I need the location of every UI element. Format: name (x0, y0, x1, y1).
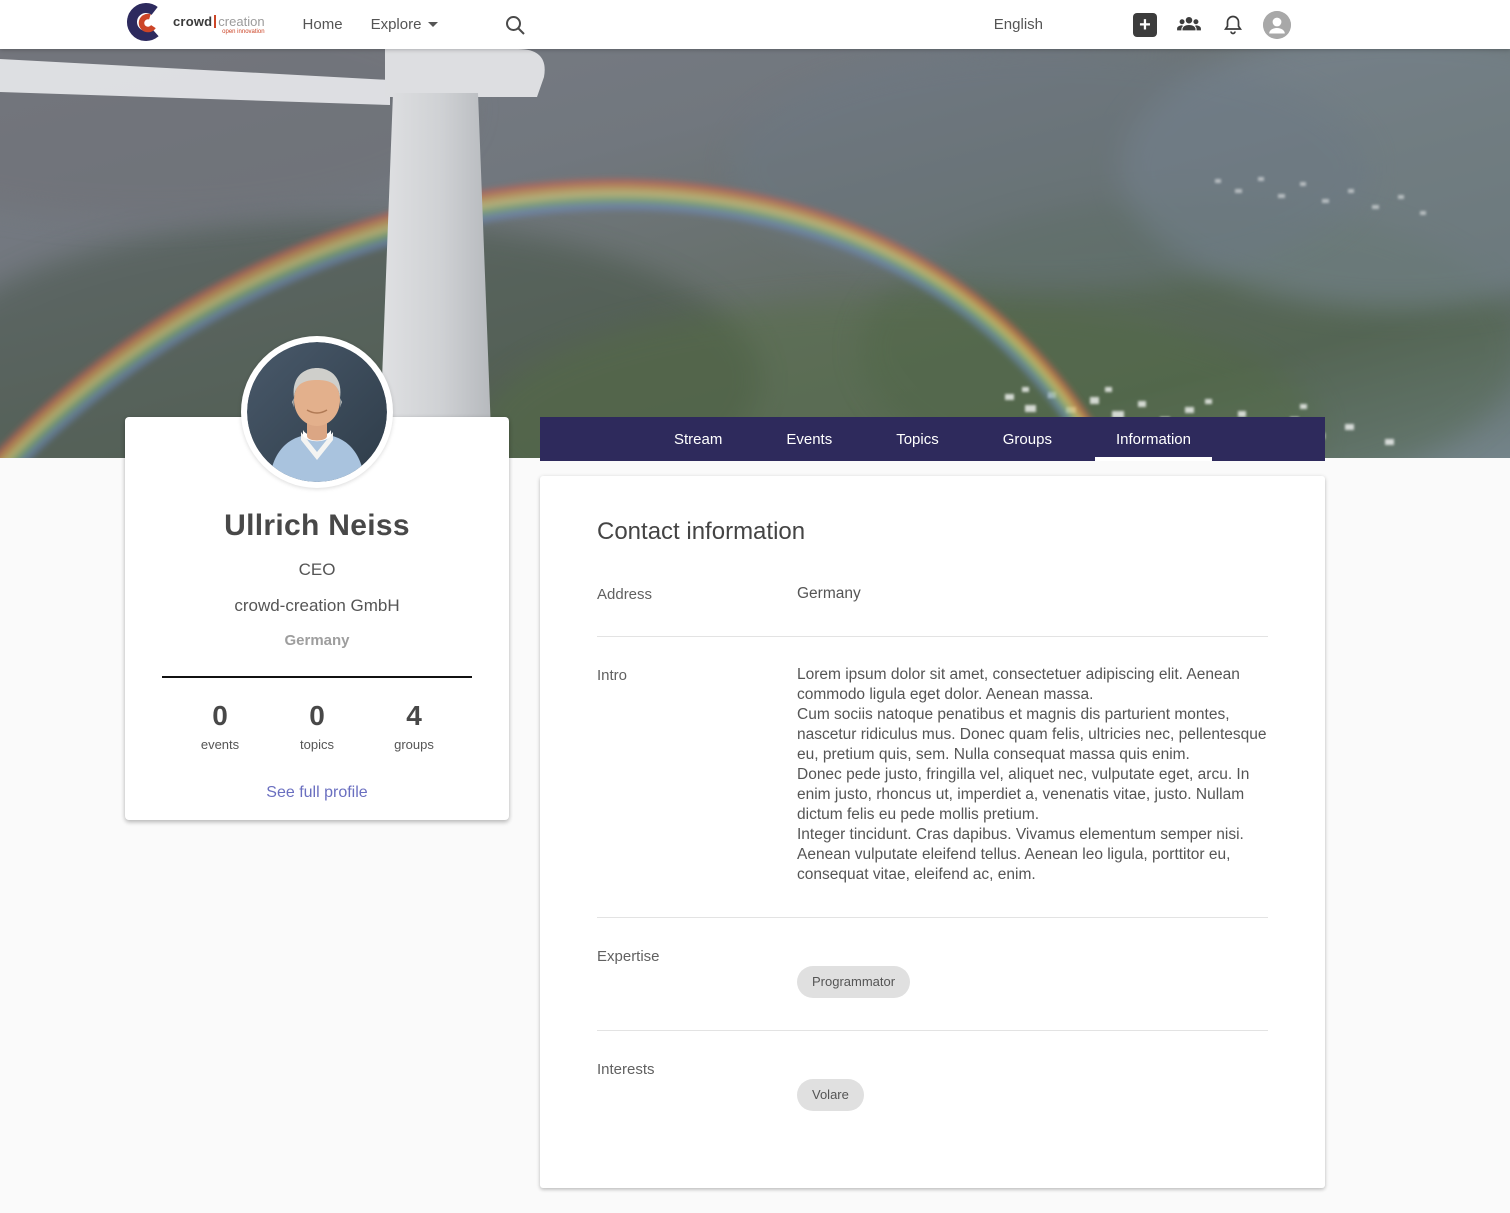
intro-label: Intro (597, 665, 797, 885)
profile-organization: crowd-creation GmbH (125, 596, 509, 616)
user-avatar-icon (1263, 11, 1291, 39)
notifications-button[interactable] (1219, 11, 1247, 39)
profile-name: Ullrich Neiss (125, 509, 509, 543)
stat-events: 0 events (185, 700, 255, 752)
search-icon[interactable] (504, 14, 526, 36)
expertise-label: Expertise (597, 946, 797, 998)
chevron-down-icon (428, 22, 438, 27)
brand-tagline: open innovation (222, 29, 264, 35)
info-row-intro: Intro Lorem ipsum dolor sit amet, consec… (597, 637, 1268, 918)
interests-chip: Volare (797, 1079, 864, 1111)
stat-groups: 4 groups (379, 700, 449, 752)
section-title: Contact information (597, 518, 1268, 546)
interests-label: Interests (597, 1059, 797, 1111)
nav-item-explore[interactable]: Explore (357, 2, 453, 47)
cover-photo (0, 49, 1510, 458)
info-row-address: Address Germany (597, 556, 1268, 637)
stat-topics-label: topics (282, 737, 352, 752)
tab-topics[interactable]: Topics (875, 417, 960, 461)
stat-topics: 0 topics (282, 700, 352, 752)
profile-country: Germany (125, 632, 509, 649)
profile-avatar (241, 336, 393, 488)
profile-role: CEO (125, 560, 509, 580)
brand-logo-icon (125, 1, 167, 48)
brand-name-bold: crowd (173, 15, 212, 28)
people-button[interactable] (1175, 11, 1203, 39)
info-row-expertise: Expertise Programmator (597, 918, 1268, 1031)
nav-item-home[interactable]: Home (289, 2, 357, 47)
navbar-right-group: English + (994, 11, 1291, 39)
profile-tab-bar: Stream Events Topics Groups Information (540, 417, 1325, 461)
contact-information-card: Contact information Address Germany Intr… (540, 476, 1325, 1188)
expertise-value: Programmator (797, 946, 1268, 998)
stat-events-label: events (185, 737, 255, 752)
add-content-button[interactable]: + (1131, 11, 1159, 39)
nav-item-explore-label: Explore (371, 16, 422, 33)
expertise-chip: Programmator (797, 966, 910, 998)
stat-groups-label: groups (379, 737, 449, 752)
info-row-interests: Interests Volare (597, 1031, 1268, 1143)
brand-name-light: creation (218, 15, 264, 28)
tab-groups[interactable]: Groups (982, 417, 1073, 461)
bell-icon (1221, 13, 1245, 37)
intro-value: Lorem ipsum dolor sit amet, consectetuer… (797, 665, 1268, 885)
profile-summary-card: Ullrich Neiss CEO crowd-creation GmbH Ge… (125, 417, 509, 820)
address-label: Address (597, 584, 797, 604)
stat-groups-value: 4 (379, 700, 449, 732)
interests-value: Volare (797, 1059, 1268, 1111)
profile-stats: 0 events 0 topics 4 groups (125, 678, 509, 752)
tab-stream[interactable]: Stream (653, 417, 743, 461)
account-menu-button[interactable] (1263, 11, 1291, 39)
stat-events-value: 0 (185, 700, 255, 732)
people-icon (1176, 12, 1202, 38)
brand-logo-text: crowd creation open innovation (173, 15, 265, 35)
language-selector[interactable]: English (994, 16, 1043, 33)
tab-information[interactable]: Information (1095, 417, 1212, 461)
brand-logo[interactable]: crowd creation open innovation (125, 1, 265, 48)
add-box-icon: + (1133, 13, 1157, 37)
brand-divider-bar (214, 15, 216, 28)
address-value: Germany (797, 584, 1268, 604)
stat-topics-value: 0 (282, 700, 352, 732)
tab-events[interactable]: Events (765, 417, 853, 461)
nav-item-home-label: Home (303, 16, 343, 33)
see-full-profile-link[interactable]: See full profile (266, 784, 367, 802)
main-navigation: Home Explore (289, 2, 453, 47)
top-navbar: crowd creation open innovation Home Expl… (0, 0, 1510, 49)
